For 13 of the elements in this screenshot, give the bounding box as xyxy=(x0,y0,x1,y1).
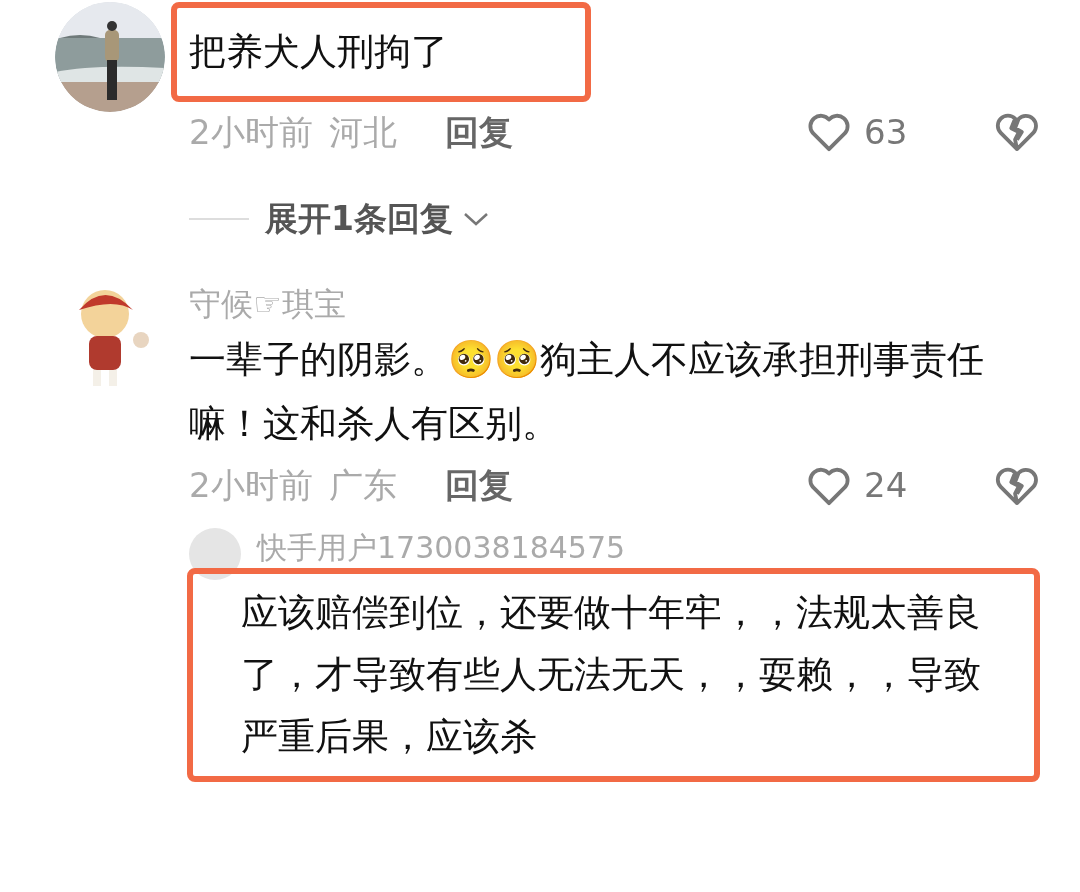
comment-time: 2小时前 xyxy=(189,464,313,507)
comment-text: 把养犬人刑拘了 xyxy=(189,29,449,75)
heart-icon[interactable] xyxy=(806,111,852,153)
comment-time: 2小时前 xyxy=(189,110,313,154)
comment-location: 广东 xyxy=(328,464,397,507)
comment-location: 河北 xyxy=(328,110,397,154)
reply-text: 应该赔偿到位，还要做十年牢，，法规太善良了，才导致有些人无法无天，，耍赖，，导致严重后果，应该杀 xyxy=(241,589,981,760)
expand-replies-button[interactable]: 展开1条回复 xyxy=(265,194,491,244)
comment-text: 一辈子的阴影。🥺🥺狗主人不应该承担刑事责任嘛！这和杀人有区别。 xyxy=(189,336,985,447)
like-count: 24 xyxy=(864,464,909,507)
reply-button[interactable]: 回复 xyxy=(444,106,513,158)
like-count: 63 xyxy=(864,110,909,154)
reply-button[interactable]: 回复 xyxy=(444,460,513,511)
